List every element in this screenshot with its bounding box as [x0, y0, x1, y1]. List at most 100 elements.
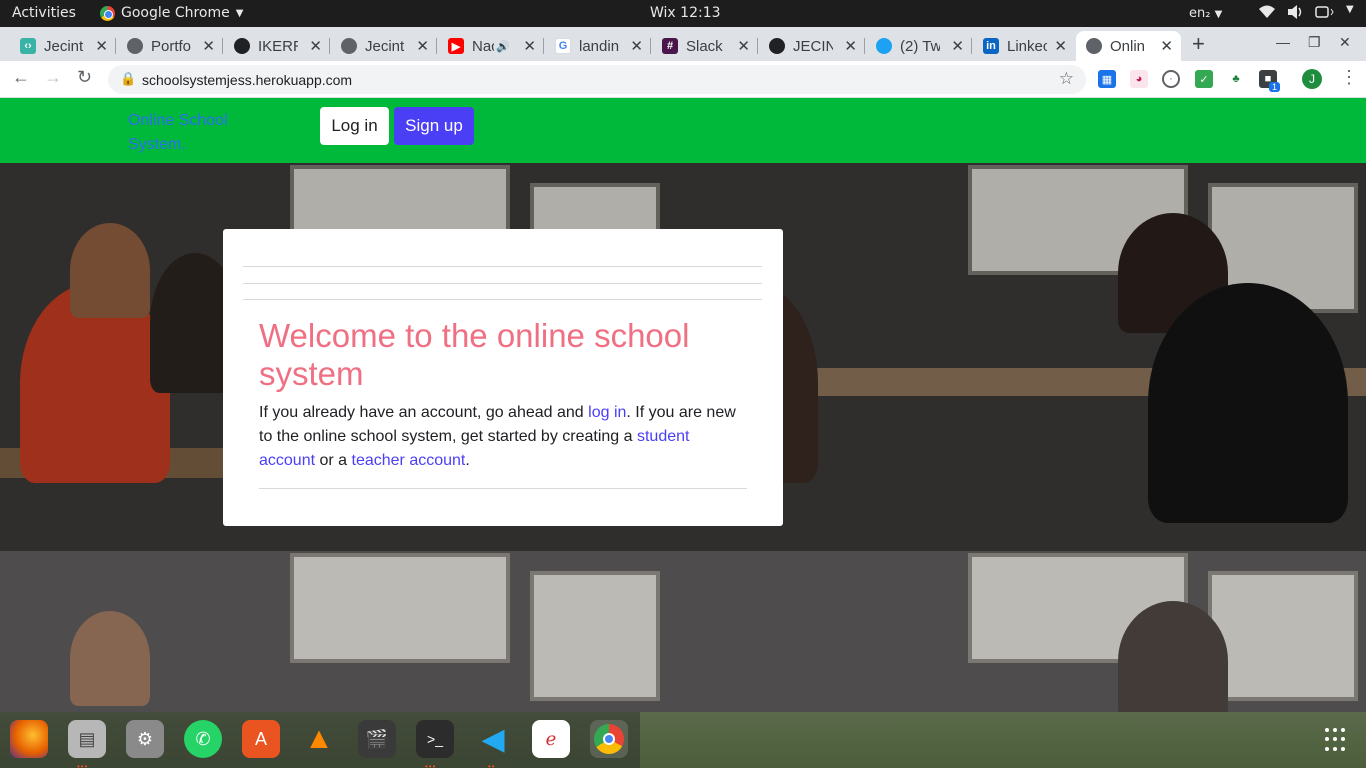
firefox-icon[interactable] — [10, 720, 48, 758]
restore-icon[interactable]: ❐ — [1308, 34, 1321, 51]
video-editor-icon[interactable]: 🎬 — [358, 720, 396, 758]
close-icon[interactable]: ✕ — [1160, 37, 1173, 55]
site-brand[interactable]: Online School System. — [128, 109, 248, 157]
tab-label: Slack | — [686, 37, 726, 55]
battery-icon — [1314, 4, 1336, 24]
tab-label: landin — [579, 37, 619, 55]
extension-icon[interactable]: ◕ — [1130, 70, 1148, 88]
reload-icon[interactable]: ↻ — [77, 67, 92, 88]
system-tray[interactable]: ▼ — [1258, 4, 1354, 24]
close-window-icon[interactable]: ✕ — [1339, 34, 1351, 51]
globe-icon — [341, 38, 357, 54]
vlc-icon[interactable]: ▲ — [300, 720, 338, 758]
files-icon[interactable]: ▤ — [68, 720, 106, 758]
tab-0[interactable]: ‹› Jecint ✕ — [10, 31, 116, 61]
extension-icon[interactable]: ▦ — [1098, 70, 1116, 88]
wifi-icon — [1258, 4, 1276, 24]
github-icon — [234, 38, 250, 54]
close-icon[interactable]: ✕ — [951, 37, 964, 55]
vscode-icon[interactable]: ◀ — [474, 720, 512, 758]
show-applications-icon[interactable] — [1325, 728, 1349, 752]
linkedin-icon: in — [983, 38, 999, 54]
close-icon[interactable]: ✕ — [416, 37, 429, 55]
youtube-icon: ▶ — [448, 38, 464, 54]
chevron-down-icon: ▼ — [1346, 4, 1354, 15]
tab-7[interactable]: JECIN ✕ — [759, 31, 865, 61]
more-menu-icon[interactable]: ⋮ — [1340, 67, 1358, 88]
globe-icon — [127, 38, 143, 54]
bookmark-star-icon[interactable]: ☆ — [1059, 69, 1074, 89]
tab-label: Linkec — [1007, 37, 1047, 55]
tab-3[interactable]: Jecint ✕ — [331, 31, 437, 61]
extension-icon[interactable]: · — [1162, 70, 1180, 88]
tab-6[interactable]: # Slack | ✕ — [652, 31, 758, 61]
close-icon[interactable]: ✕ — [1054, 37, 1067, 55]
dock: ▤ ••• ⚙ ✆ A ▲ 🎬 >_ ••• ◀ •• ℯ — [0, 712, 1366, 768]
teacher-account-link[interactable]: teacher account — [352, 452, 466, 469]
language-indicator[interactable]: en₂ ▼ — [1189, 6, 1222, 21]
tab-strip: ‹› Jecint ✕ Portfo ✕ IKERRI ✕ Jecint ✕ ▶… — [0, 27, 1366, 61]
divider — [243, 299, 762, 300]
slack-icon: # — [662, 38, 678, 54]
tab-5[interactable]: G landin ✕ — [545, 31, 651, 61]
welcome-text: If you already have an account, go ahead… — [259, 401, 749, 473]
close-icon[interactable]: ✕ — [309, 37, 322, 55]
code-icon: ‹› — [20, 38, 36, 54]
divider — [243, 283, 762, 284]
divider — [259, 488, 747, 489]
close-icon[interactable]: ✕ — [844, 37, 857, 55]
tab-label: (2) Tw — [900, 37, 940, 55]
close-icon[interactable]: ✕ — [202, 37, 215, 55]
web-page: Online School System. Log in Sign up Wel… — [0, 98, 1366, 712]
welcome-card: Welcome to the online school system If y… — [223, 229, 783, 526]
minimize-icon[interactable]: — — [1276, 34, 1290, 50]
back-icon[interactable]: ← — [12, 67, 30, 88]
tab-8[interactable]: (2) Tw ✕ — [866, 31, 972, 61]
extension-badge: 1 — [1269, 82, 1281, 92]
lock-icon[interactable]: 🔒 — [120, 71, 136, 87]
close-icon[interactable]: ✕ — [737, 37, 750, 55]
tab-1[interactable]: Portfo ✕ — [117, 31, 223, 61]
welcome-text-part: . — [465, 452, 470, 469]
forward-icon[interactable]: → — [44, 67, 62, 88]
profile-avatar[interactable]: J — [1302, 69, 1322, 89]
shield-icon[interactable]: ✓ — [1195, 70, 1213, 88]
app-menu[interactable]: Google Chrome ▼ — [100, 5, 243, 21]
tab-4[interactable]: ▶ Nac 🔊 ✕ — [438, 31, 544, 61]
site-navbar: Online School System. Log in Sign up — [0, 98, 1366, 163]
welcome-text-part: or a — [315, 452, 352, 469]
document-viewer-icon[interactable]: ℯ — [532, 720, 570, 758]
software-center-icon[interactable]: A — [242, 720, 280, 758]
globe-icon — [1086, 38, 1102, 54]
tab-10[interactable]: Onlin ✕ — [1076, 31, 1181, 61]
chrome-icon[interactable] — [590, 720, 628, 758]
github-icon — [769, 38, 785, 54]
twitter-icon — [876, 38, 892, 54]
tab-label: Onlin — [1110, 37, 1146, 55]
divider — [243, 266, 762, 267]
login-link[interactable]: log in — [588, 404, 626, 421]
activities-button[interactable]: Activities — [12, 5, 76, 21]
url-text[interactable]: schoolsystemjess.herokuapp.com — [142, 72, 352, 88]
login-button[interactable]: Log in — [320, 107, 389, 145]
close-icon[interactable]: ✕ — [95, 37, 108, 55]
tree-icon[interactable]: ♣ — [1227, 70, 1245, 88]
chevron-down-icon: ▼ — [235, 7, 244, 19]
welcome-heading: Welcome to the online school system — [259, 317, 690, 392]
terminal-icon[interactable]: >_ — [416, 720, 454, 758]
clock[interactable]: Wix 12:13 — [650, 5, 721, 21]
address-bar[interactable]: 🔒 schoolsystemjess.herokuapp.com ☆ — [108, 65, 1086, 94]
tab-9[interactable]: in Linkec ✕ — [973, 31, 1075, 61]
chrome-icon — [100, 5, 115, 21]
signup-button[interactable]: Sign up — [394, 107, 474, 145]
tab-2[interactable]: IKERRI ✕ — [224, 31, 330, 61]
browser-toolbar: ← → ↻ 🔒 schoolsystemjess.herokuapp.com ☆… — [0, 61, 1366, 98]
settings-icon[interactable]: ⚙ — [126, 720, 164, 758]
chevron-down-icon: ▼ — [1214, 9, 1223, 20]
close-icon[interactable]: ✕ — [523, 37, 536, 55]
close-icon[interactable]: ✕ — [630, 37, 643, 55]
audio-playing-icon[interactable]: 🔊 — [496, 40, 510, 53]
whatsapp-icon[interactable]: ✆ — [184, 720, 222, 758]
google-icon: G — [555, 38, 571, 54]
new-tab-icon[interactable]: + — [1192, 31, 1205, 57]
